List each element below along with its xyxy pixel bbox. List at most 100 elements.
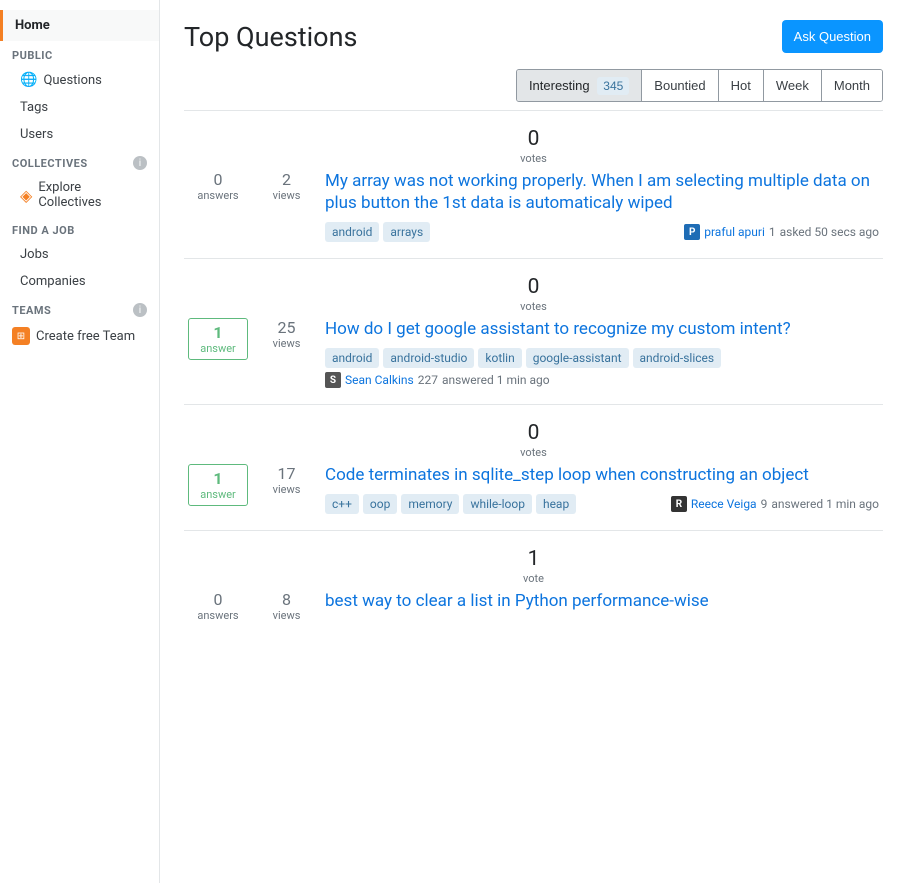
- tags-row: androidandroid-studiokotlingoogle-assist…: [325, 348, 879, 388]
- teams-info-icon[interactable]: i: [133, 303, 147, 317]
- tag[interactable]: arrays: [383, 222, 430, 242]
- tab-interesting[interactable]: Interesting 345: [517, 70, 642, 101]
- filter-tabs: Interesting 345 Bountied Hot Week Month: [516, 69, 883, 102]
- votes-count: 1: [528, 547, 540, 571]
- sidebar-item-users[interactable]: Users: [0, 121, 159, 148]
- page-title: Top Questions: [184, 21, 357, 53]
- user-name[interactable]: Sean Calkins: [345, 373, 414, 387]
- user-rep: 1: [769, 225, 776, 239]
- user-avatar: R: [671, 496, 687, 512]
- user-name[interactable]: praful apuri: [704, 225, 765, 239]
- tag[interactable]: memory: [401, 494, 459, 514]
- question-user: S Sean Calkins 227 answered 1 min ago: [325, 372, 550, 388]
- public-section-label: PUBLIC: [0, 41, 159, 66]
- main-content: Top Questions Ask Question Interesting 3…: [160, 0, 907, 883]
- views-count: 2: [264, 170, 309, 189]
- asked-time: answered 1 min ago: [771, 497, 879, 511]
- tab-week[interactable]: Week: [764, 70, 822, 101]
- answers-label: answer: [197, 488, 239, 501]
- page-header: Top Questions Ask Question: [184, 20, 883, 53]
- teams-section-label: TEAMS: [12, 304, 51, 317]
- question-card: 0 votes 0 answers 2 views My array was n…: [184, 110, 883, 258]
- answers-box: 1 answer: [188, 318, 248, 360]
- votes-count: 0: [528, 421, 540, 445]
- no-answer-box: 0 answers: [188, 590, 248, 622]
- votes-count: 0: [528, 275, 540, 299]
- no-answer-box: 0 answers: [188, 170, 248, 202]
- sidebar-item-tags[interactable]: Tags: [0, 94, 159, 121]
- answers-label: answer: [197, 342, 239, 355]
- tag[interactable]: android: [325, 348, 379, 368]
- question-card: 0 votes 1 answer 25 views How do I get g…: [184, 258, 883, 404]
- question-card: 1 vote 0 answers 8 views best way to cle…: [184, 530, 883, 638]
- no-answer-count: 0: [188, 170, 248, 189]
- interesting-badge: 345: [597, 77, 629, 95]
- sidebar: Home PUBLIC 🌐 Questions Tags Users COLLE…: [0, 0, 160, 883]
- votes-label: votes: [520, 152, 547, 165]
- tags-group: androidandroid-studiokotlingoogle-assist…: [325, 348, 721, 368]
- views-label: views: [264, 337, 309, 350]
- views-count: 17: [264, 464, 309, 483]
- tag[interactable]: while-loop: [463, 494, 532, 514]
- votes-count: 0: [528, 127, 540, 151]
- tags-group: androidarrays: [325, 222, 430, 242]
- sidebar-item-jobs[interactable]: Jobs: [0, 241, 159, 268]
- votes-label: vote: [523, 572, 544, 585]
- sidebar-item-companies[interactable]: Companies: [0, 268, 159, 295]
- collectives-info-icon[interactable]: i: [133, 156, 147, 170]
- sidebar-item-explore-collectives[interactable]: ◈ Explore Collectives: [0, 174, 159, 216]
- find-job-section-label: FIND A JOB: [0, 216, 159, 241]
- no-answer-label: answers: [188, 189, 248, 202]
- user-avatar: S: [325, 372, 341, 388]
- no-answer-label: answers: [188, 609, 248, 622]
- answers-count: 1: [197, 323, 239, 342]
- question-user: R Reece Veiga 9 answered 1 min ago: [671, 496, 879, 512]
- collectives-row: COLLECTIVES i: [0, 148, 159, 174]
- views-label: views: [264, 483, 309, 496]
- tab-hot[interactable]: Hot: [719, 70, 764, 101]
- collectives-section-label: COLLECTIVES: [12, 157, 88, 170]
- views-label: views: [264, 609, 309, 622]
- tag[interactable]: android-studio: [383, 348, 474, 368]
- teams-row: TEAMS i: [0, 295, 159, 321]
- user-rep: 227: [418, 373, 438, 387]
- tab-bountied[interactable]: Bountied: [642, 70, 718, 101]
- question-title[interactable]: Code terminates in sqlite_step loop when…: [325, 464, 879, 486]
- question-title[interactable]: best way to clear a list in Python perfo…: [325, 590, 879, 612]
- tag[interactable]: c++: [325, 494, 359, 514]
- team-icon: ⊞: [12, 327, 30, 345]
- votes-label: votes: [520, 300, 547, 313]
- sidebar-home[interactable]: Home: [0, 10, 159, 41]
- views-count: 8: [264, 590, 309, 609]
- user-avatar: P: [684, 224, 700, 240]
- globe-icon: 🌐: [20, 72, 37, 88]
- sidebar-create-team[interactable]: ⊞ Create free Team: [0, 321, 159, 351]
- answers-box: 1 answer: [188, 464, 248, 506]
- question-title[interactable]: My array was not working properly. When …: [325, 170, 879, 214]
- tag[interactable]: android-slices: [633, 348, 722, 368]
- views-label: views: [264, 189, 309, 202]
- tag[interactable]: google-assistant: [526, 348, 629, 368]
- tab-month[interactable]: Month: [822, 70, 882, 101]
- question-title[interactable]: How do I get google assistant to recogni…: [325, 318, 879, 340]
- tag[interactable]: oop: [363, 494, 397, 514]
- tags-group: c++oopmemorywhile-loopheap: [325, 494, 576, 514]
- answers-count: 1: [197, 469, 239, 488]
- tag[interactable]: heap: [536, 494, 576, 514]
- no-answer-count: 0: [188, 590, 248, 609]
- sidebar-item-questions[interactable]: 🌐 Questions: [0, 66, 159, 94]
- user-rep: 9: [761, 497, 768, 511]
- votes-label: votes: [520, 446, 547, 459]
- tag[interactable]: kotlin: [478, 348, 521, 368]
- collectives-icon: ◈: [20, 186, 32, 205]
- user-name[interactable]: Reece Veiga: [691, 497, 757, 511]
- questions-list: 0 votes 0 answers 2 views My array was n…: [184, 110, 883, 638]
- views-count: 25: [264, 318, 309, 337]
- ask-question-button[interactable]: Ask Question: [782, 20, 883, 53]
- tag[interactable]: android: [325, 222, 379, 242]
- tags-row: c++oopmemorywhile-loopheap R Reece Veiga…: [325, 494, 879, 514]
- question-card: 0 votes 1 answer 17 views Code terminate…: [184, 404, 883, 530]
- tags-row: androidarrays P praful apuri 1 asked 50 …: [325, 222, 879, 242]
- question-user: P praful apuri 1 asked 50 secs ago: [684, 224, 879, 240]
- asked-time: asked 50 secs ago: [780, 225, 879, 239]
